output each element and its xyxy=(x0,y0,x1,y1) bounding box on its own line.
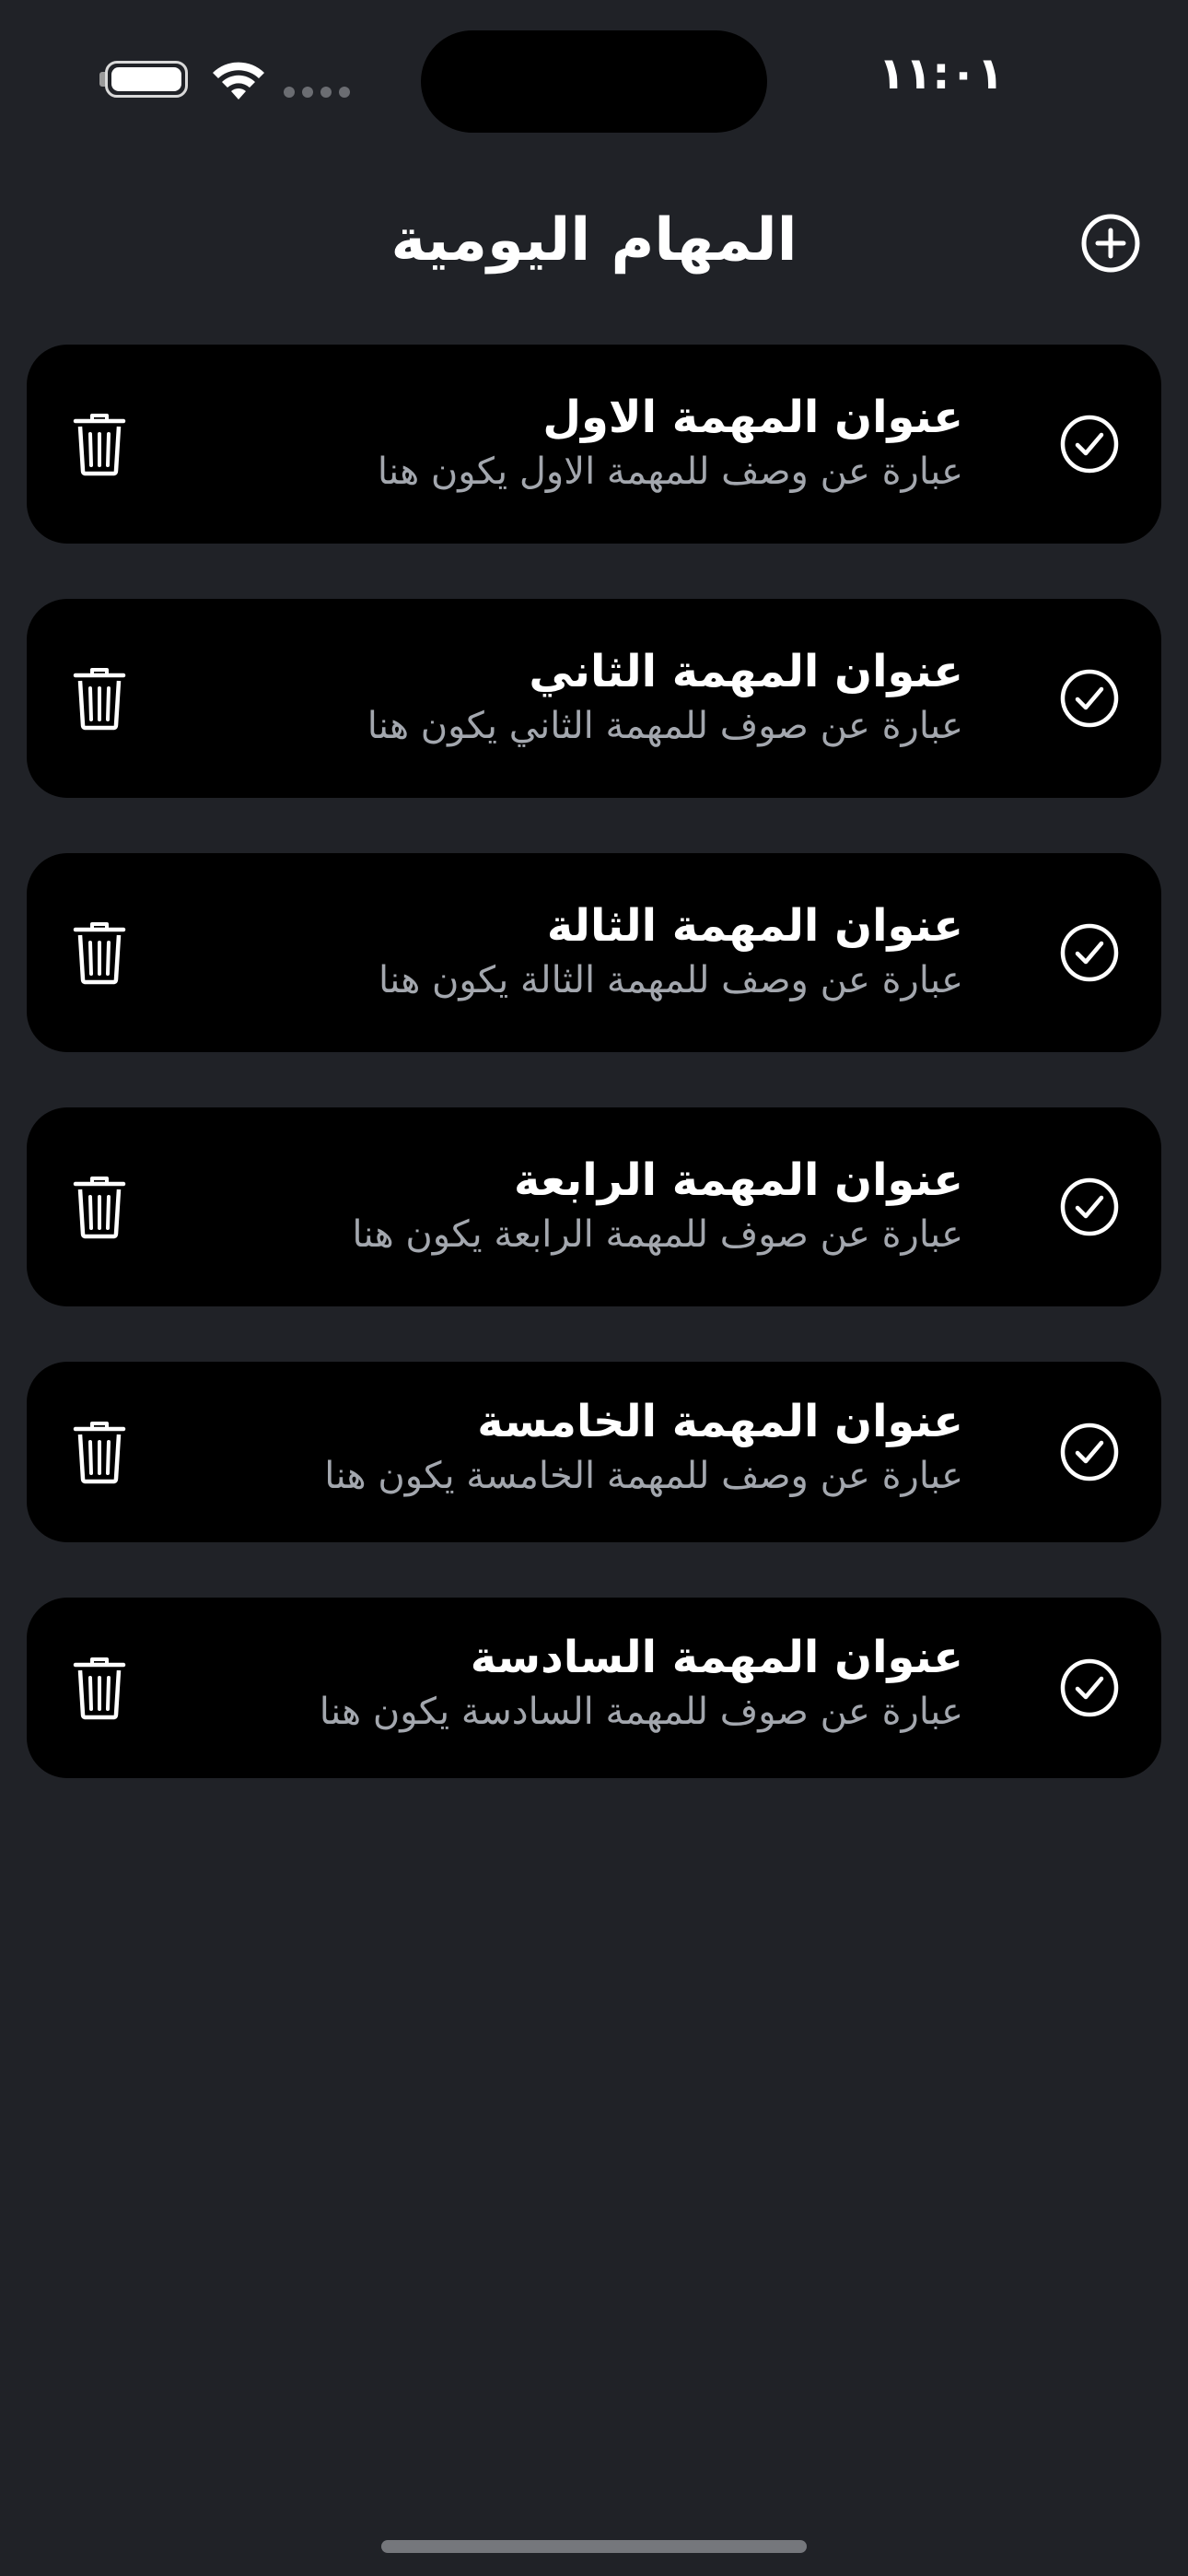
task-description: عبارة عن وصف للمهمة الاول يكون هنا xyxy=(377,451,963,493)
task-text: عنوان المهمة الخامسة عبارة عن وصف للمهمة… xyxy=(171,1393,963,1500)
check-circle-icon[interactable] xyxy=(1059,414,1120,474)
trash-icon[interactable] xyxy=(73,1656,126,1720)
task-card[interactable]: عنوان المهمة السادسة عبارة عن صوف للمهمة… xyxy=(27,1598,1161,1778)
dynamic-island xyxy=(421,30,767,133)
task-text: عنوان المهمة السادسة عبارة عن صوف للمهمة… xyxy=(171,1629,963,1736)
task-text: عنوان المهمة الرابعة عبارة عن صوف للمهمة… xyxy=(171,1152,963,1259)
task-title: عنوان المهمة السادسة xyxy=(470,1632,963,1683)
task-description: عبارة عن صوف للمهمة الرابعة يكون هنا xyxy=(352,1213,963,1256)
task-description: عبارة عن وصف للمهمة الخامسة يكون هنا xyxy=(324,1455,963,1497)
home-indicator[interactable] xyxy=(381,2540,807,2553)
trash-icon[interactable] xyxy=(73,666,126,731)
header: المهام اليومية xyxy=(0,193,1188,286)
check-circle-icon[interactable] xyxy=(1059,1422,1120,1482)
task-text: عنوان المهمة الاول عبارة عن وصف للمهمة ا… xyxy=(171,389,963,496)
battery-tip xyxy=(99,72,105,87)
check-circle-icon[interactable] xyxy=(1059,1177,1120,1237)
signal-icon xyxy=(284,87,350,98)
task-title: عنوان المهمة الثاني xyxy=(529,646,963,697)
task-card[interactable]: عنوان المهمة الاول عبارة عن وصف للمهمة ا… xyxy=(27,345,1161,544)
check-circle-icon[interactable] xyxy=(1059,922,1120,983)
task-description: عبارة عن وصف للمهمة الثالة يكون هنا xyxy=(378,959,963,1001)
task-title: عنوان المهمة الثالة xyxy=(546,900,963,952)
status-time: ١١:٠١ xyxy=(878,48,1004,100)
task-description: عبارة عن صوف للمهمة الثاني يكون هنا xyxy=(367,705,963,747)
task-card[interactable]: عنوان المهمة الثاني عبارة عن صوف للمهمة … xyxy=(27,599,1161,798)
task-title: عنوان المهمة الرابعة xyxy=(514,1154,963,1206)
task-text: عنوان المهمة الثالة عبارة عن وصف للمهمة … xyxy=(171,897,963,1004)
trash-icon[interactable] xyxy=(73,1420,126,1484)
task-text: عنوان المهمة الثاني عبارة عن صوف للمهمة … xyxy=(171,643,963,750)
task-card[interactable]: عنوان المهمة الرابعة عبارة عن صوف للمهمة… xyxy=(27,1107,1161,1306)
task-card[interactable]: عنوان المهمة الخامسة عبارة عن وصف للمهمة… xyxy=(27,1362,1161,1542)
task-card[interactable]: عنوان المهمة الثالة عبارة عن وصف للمهمة … xyxy=(27,853,1161,1052)
task-title: عنوان المهمة الخامسة xyxy=(477,1396,963,1447)
wifi-icon xyxy=(213,62,264,100)
check-circle-icon[interactable] xyxy=(1059,668,1120,729)
battery-icon xyxy=(105,61,188,98)
trash-icon[interactable] xyxy=(73,1175,126,1239)
trash-icon[interactable] xyxy=(73,412,126,476)
trash-icon[interactable] xyxy=(73,920,126,985)
check-circle-icon[interactable] xyxy=(1059,1657,1120,1718)
task-title: عنوان المهمة الاول xyxy=(542,392,963,443)
page-title: المهام اليومية xyxy=(390,206,798,275)
task-list: عنوان المهمة الاول عبارة عن وصف للمهمة ا… xyxy=(27,345,1161,1833)
plus-circle-icon[interactable] xyxy=(1077,210,1144,276)
task-description: عبارة عن صوف للمهمة السادسة يكون هنا xyxy=(319,1691,963,1733)
status-bar: ١١:٠١ xyxy=(0,0,1188,147)
